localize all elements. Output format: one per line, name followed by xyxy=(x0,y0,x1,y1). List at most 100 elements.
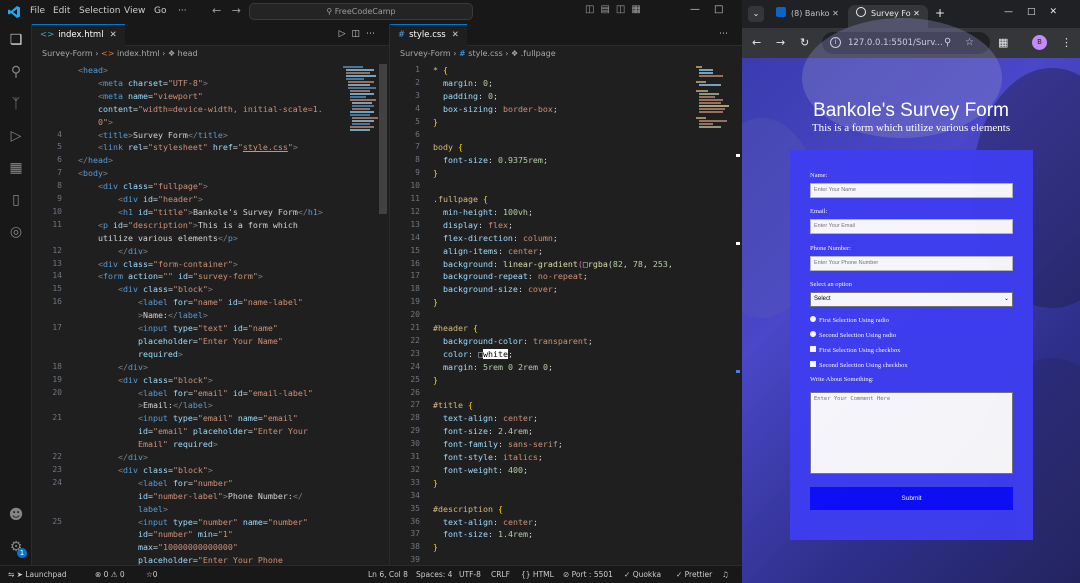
breadcrumb-folder[interactable]: Survey-Form xyxy=(42,49,93,58)
scrollbar-thumb[interactable] xyxy=(379,64,387,214)
phone-input[interactable]: Enter Your Phone Number xyxy=(810,256,1013,271)
menu-more[interactable]: ··· xyxy=(178,6,187,16)
line-number: 30 xyxy=(410,439,420,449)
line-ending[interactable]: CRLF xyxy=(491,570,510,579)
breadcrumb-file[interactable]: style.css xyxy=(468,49,502,58)
breadcrumb-symbol[interactable]: head xyxy=(178,49,198,58)
scroll-marker xyxy=(736,370,740,373)
encoding[interactable]: UTF-8 xyxy=(459,570,481,579)
status-bar: ⇋ ➤ Launchpad ⊗ 0 ⚠ 0 ☆0 Ln 6, Col 8 Spa… xyxy=(0,565,742,583)
new-tab-icon[interactable]: + xyxy=(935,6,945,20)
line-number: 10 xyxy=(52,206,62,216)
code-line: <input type="email" name="email" xyxy=(137,413,298,424)
line-number: 12 xyxy=(410,206,420,216)
line-number: 32 xyxy=(410,464,420,474)
run-debug-icon[interactable]: ▷ xyxy=(7,127,25,145)
language-mode[interactable]: {} HTML xyxy=(521,570,554,579)
code-line: <div class="block"> xyxy=(117,284,213,295)
back-arrow-icon[interactable]: ← xyxy=(212,4,221,17)
tab-search-icon[interactable]: ⌄ xyxy=(748,6,764,22)
menu-file[interactable]: File xyxy=(30,6,45,16)
line-number: 8 xyxy=(57,181,62,191)
tab-title: (8) Banko xyxy=(791,9,830,18)
close-tab-icon[interactable]: ✕ xyxy=(110,30,117,40)
code-line: <head> xyxy=(78,65,108,75)
browser-menu-icon[interactable]: ⋮ xyxy=(1061,36,1072,49)
bookmark-icon[interactable]: ▯ xyxy=(7,191,25,209)
checkbox[interactable] xyxy=(810,361,816,367)
close-tab-icon[interactable]: ✕ xyxy=(452,30,459,40)
extensions-puzzle-icon[interactable]: ▦ xyxy=(998,36,1008,49)
line-number: 16 xyxy=(52,297,62,307)
close-tab-icon[interactable]: ✕ xyxy=(913,9,920,18)
menu-selection[interactable]: Selection xyxy=(79,6,120,16)
minimize-icon[interactable]: — xyxy=(1004,7,1027,17)
radio-button[interactable] xyxy=(810,316,816,322)
code-line: <div class="block"> xyxy=(117,464,213,475)
prettier-status[interactable]: ✓ Prettier xyxy=(676,570,712,579)
breadcrumb-file[interactable]: index.html xyxy=(117,49,160,58)
browser-tab-linkedin[interactable]: (8) Banko ✕ xyxy=(768,5,846,28)
notifications-bell-icon[interactable]: ♫ xyxy=(722,570,729,579)
breadcrumb-symbol[interactable]: .fullpage xyxy=(521,49,556,58)
explorer-icon[interactable]: ❏ xyxy=(7,31,25,49)
checkbox[interactable] xyxy=(810,346,816,352)
activity-bar: ❏ ⚲ ᛉ ▷ ▦ ▯ ◎ ☻ ⚙ xyxy=(0,24,32,565)
forward-arrow-icon[interactable]: → xyxy=(776,36,785,49)
tab-style-css[interactable]: # style.css ✕ xyxy=(390,24,467,46)
breadcrumb-folder[interactable]: Survey-Form xyxy=(400,49,451,58)
close-icon[interactable]: ✕ xyxy=(1050,7,1072,17)
source-control-icon[interactable]: ᛉ xyxy=(7,95,25,113)
profile-avatar[interactable]: B xyxy=(1032,35,1047,50)
toggle-panel-icon[interactable]: ▤ xyxy=(600,4,615,15)
command-center[interactable]: ⚲ FreeCodeCamp xyxy=(249,3,473,20)
name-input[interactable]: Enter Your Name xyxy=(810,183,1013,198)
more-actions-icon[interactable]: ⋯ xyxy=(366,29,381,39)
toggle-sidebar-icon[interactable]: ◫ xyxy=(585,4,600,15)
menu-go[interactable]: Go xyxy=(154,6,166,16)
close-tab-icon[interactable]: ✕ xyxy=(832,9,839,18)
live-server-port[interactable]: ⊘ Port : 5501 xyxy=(563,570,613,579)
minimap[interactable] xyxy=(343,64,378,184)
run-icon[interactable]: ▷ xyxy=(339,29,352,39)
toggle-secondary-sidebar-icon[interactable]: ◫ xyxy=(616,4,631,15)
split-editor-icon[interactable]: ◫ xyxy=(351,29,366,39)
account-icon[interactable]: ☻ xyxy=(7,506,25,524)
extensions-icon[interactable]: ▦ xyxy=(7,159,25,177)
code-line: <form action="" id="survey-form"> xyxy=(97,271,263,282)
ports-count[interactable]: ☆0 xyxy=(146,570,158,579)
maximize-icon[interactable]: □ xyxy=(1027,7,1050,17)
checkbox-option-2[interactable]: Second Selection Using checkbox xyxy=(810,361,908,369)
search-icon[interactable]: ⚲ xyxy=(7,63,25,81)
more-actions-icon[interactable]: ⋯ xyxy=(719,29,734,39)
maximize-icon[interactable]: □ xyxy=(714,4,737,15)
radio-button[interactable] xyxy=(810,331,816,337)
remote-explorer-icon[interactable]: ◎ xyxy=(7,223,25,241)
quokka-status[interactable]: ✓ Quokka xyxy=(624,570,661,579)
email-input[interactable]: Enter Your Email xyxy=(810,219,1013,234)
back-arrow-icon[interactable]: ← xyxy=(752,36,761,49)
line-number: 18 xyxy=(410,284,420,294)
radio-option-1[interactable]: First Selection Using radio xyxy=(810,316,889,324)
option-select[interactable]: Select ⌄ xyxy=(810,292,1013,307)
menu-view[interactable]: View xyxy=(124,6,145,16)
minimize-icon[interactable]: — xyxy=(690,4,714,15)
code-line: <link rel="stylesheet" href="style.css"> xyxy=(97,142,298,153)
radio-option-2[interactable]: Second Selection Using radio xyxy=(810,331,896,339)
submit-button[interactable]: Submit xyxy=(810,487,1013,510)
comment-textarea[interactable]: Enter Your Comment Here xyxy=(810,392,1013,474)
problems-count[interactable]: ⊗ 0 ⚠ 0 xyxy=(95,570,125,579)
minimap[interactable] xyxy=(696,64,730,154)
forward-arrow-icon[interactable]: → xyxy=(232,4,241,17)
line-number: 31 xyxy=(410,452,420,461)
indentation[interactable]: Spaces: 4 xyxy=(416,570,452,579)
line-number: 18 xyxy=(52,361,62,371)
checkbox-option-1[interactable]: First Selection Using checkbox xyxy=(810,346,900,354)
menu-edit[interactable]: Edit xyxy=(53,6,70,16)
customize-layout-icon[interactable]: ▦ xyxy=(631,4,646,15)
cursor-position[interactable]: Ln 6, Col 8 xyxy=(368,570,408,579)
code-line: font-style: italics; xyxy=(443,452,543,462)
tab-index-html[interactable]: <> index.html ✕ xyxy=(32,24,125,46)
reload-icon[interactable]: ↻ xyxy=(800,36,809,49)
remote-indicator[interactable]: ⇋ ➤ Launchpad xyxy=(8,570,67,579)
